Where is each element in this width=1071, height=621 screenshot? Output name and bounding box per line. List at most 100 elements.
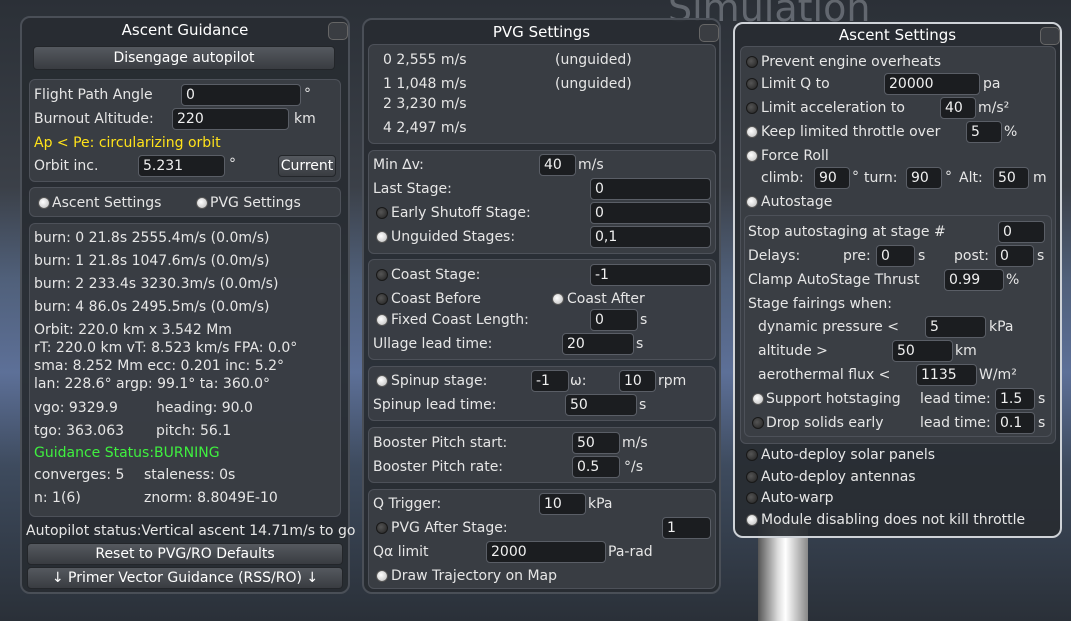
prevent-overheats-label: Prevent engine overheats — [761, 54, 941, 70]
primer-vector-guidance-dropdown[interactable]: ↓ Primer Vector Guidance (RSS/RO) ↓ — [27, 567, 343, 589]
draw-trajectory-toggle[interactable] — [376, 570, 388, 582]
auto-antennas-toggle[interactable] — [746, 471, 758, 483]
drop-solids-toggle[interactable] — [752, 417, 764, 429]
altitude-input[interactable]: 50 — [892, 340, 953, 362]
hotstaging-lead-input[interactable]: 1.5 — [995, 388, 1035, 410]
aerothermal-flux-input[interactable]: 1135 — [916, 364, 977, 386]
unguided-stages-toggle[interactable] — [376, 231, 388, 243]
solids-lead-label: lead time: — [920, 415, 991, 431]
force-roll-label: Force Roll — [761, 148, 829, 164]
close-icon[interactable] — [1040, 27, 1060, 45]
fixed-coast-label: Fixed Coast Length: — [391, 312, 529, 328]
alt-input[interactable]: 50 — [993, 167, 1029, 189]
limit-acceleration-label: Limit acceleration to — [761, 100, 905, 116]
ullage-input[interactable]: 20 — [562, 333, 634, 355]
climb-unit: ° — [852, 169, 859, 185]
znorm-value: znorm: 8.8049E-10 — [144, 490, 278, 506]
window-title: PVG Settings — [492, 23, 591, 41]
limit-q-input[interactable]: 20000 — [884, 73, 980, 95]
turn-input[interactable]: 90 — [906, 167, 942, 189]
stop-autostage-label: Stop autostaging at stage # — [748, 224, 946, 240]
close-icon[interactable] — [328, 22, 348, 40]
stage-dv: 4 2,497 m/s — [383, 120, 467, 136]
early-shutoff-toggle[interactable] — [376, 207, 388, 219]
coast-after-toggle[interactable] — [552, 293, 564, 305]
pvg-after-stage-input[interactable]: 1 — [662, 517, 711, 539]
coast-before-toggle[interactable] — [376, 293, 388, 305]
early-shutoff-input[interactable]: 0 — [590, 202, 711, 224]
stop-autostage-input[interactable]: 0 — [998, 221, 1045, 243]
keep-limited-throttle-label: Keep limited throttle over — [761, 124, 941, 140]
booster-pitch-start-input[interactable]: 50 — [572, 432, 620, 454]
n-value: n: 1(6) — [34, 490, 81, 506]
lan-line: lan: 228.6° argp: 99.1° ta: 360.0° — [34, 376, 271, 392]
ascent-settings-toggle[interactable] — [38, 197, 50, 209]
orbit-inc-input[interactable]: 5.231 — [138, 155, 225, 177]
qa-limit-input[interactable]: 2000 — [486, 541, 606, 563]
auto-antennas-label: Auto-deploy antennas — [761, 469, 916, 485]
reset-defaults-button[interactable]: Reset to PVG/RO Defaults — [27, 543, 343, 565]
q-trigger-input[interactable]: 10 — [539, 493, 586, 515]
climb-input[interactable]: 90 — [814, 167, 850, 189]
fpa-input[interactable]: 0 — [181, 84, 301, 106]
solids-lead-input[interactable]: 0.1 — [995, 412, 1035, 434]
spinup-toggle[interactable] — [376, 375, 388, 387]
disengage-autopilot-button[interactable]: Disengage autopilot — [33, 46, 335, 70]
fixed-coast-toggle[interactable] — [376, 314, 388, 326]
limit-acceleration-input[interactable]: 40 — [940, 97, 976, 119]
tab-ascent-settings[interactable]: Ascent Settings — [52, 195, 161, 212]
autostage-toggle[interactable] — [746, 196, 758, 208]
fixed-coast-input[interactable]: 0 — [590, 309, 638, 331]
booster-pitch-rate-input[interactable]: 0.5 — [572, 456, 620, 478]
last-stage-input[interactable]: 0 — [590, 178, 711, 200]
burnout-altitude-input[interactable]: 220 — [172, 108, 289, 130]
spinup-stage-input[interactable]: -1 — [531, 370, 569, 392]
force-roll-toggle[interactable] — [746, 150, 758, 162]
module-disabling-toggle[interactable] — [746, 514, 758, 526]
spinup-stage-label: Spinup stage: — [391, 373, 488, 389]
pvg-after-stage-toggle[interactable] — [376, 522, 388, 534]
window-title: Ascent Settings — [838, 26, 957, 44]
fpa-label: Flight Path Angle — [34, 87, 153, 103]
limit-q-toggle[interactable] — [746, 78, 758, 90]
burn-line: burn: 4 86.0s 2495.5m/s (0.0m/s) — [34, 299, 270, 315]
min-dv-input[interactable]: 40 — [539, 154, 576, 176]
autostage-label: Autostage — [761, 194, 833, 210]
pre-unit: s — [918, 248, 926, 264]
keep-limited-throttle-toggle[interactable] — [746, 126, 758, 138]
close-icon[interactable] — [699, 24, 719, 42]
spinup-lead-input[interactable]: 50 — [565, 394, 637, 416]
hotstaging-lead-label: lead time: — [920, 391, 991, 407]
auto-solar-toggle[interactable] — [746, 449, 758, 461]
dynamic-pressure-input[interactable]: 5 — [925, 316, 986, 338]
unguided-stages-input[interactable]: 0,1 — [590, 226, 711, 248]
burn-line: burn: 0 21.8s 2555.4m/s (0.0m/s) — [34, 230, 270, 246]
keep-limited-throttle-unit: % — [1004, 124, 1018, 140]
support-hotstaging-toggle[interactable] — [752, 393, 764, 405]
post-label: post: — [954, 248, 989, 264]
burnout-altitude-unit: km — [294, 111, 316, 127]
early-shutoff-label: Early Shutoff Stage: — [391, 205, 531, 221]
omega-input[interactable]: 10 — [619, 370, 656, 392]
limit-acceleration-toggle[interactable] — [746, 102, 758, 114]
coast-stage-input[interactable]: -1 — [590, 264, 711, 286]
aerothermal-flux-label: aerothermal flux < — [758, 367, 891, 383]
pre-delay-input[interactable]: 0 — [876, 245, 915, 267]
tab-pvg-settings[interactable]: PVG Settings — [210, 195, 301, 212]
coast-stage-toggle[interactable] — [376, 269, 388, 281]
orbit-inc-unit: ° — [229, 156, 236, 172]
stage-dv: 1 1,048 m/s — [383, 76, 467, 92]
clamp-thrust-input[interactable]: 0.99 — [944, 269, 1004, 291]
autopilot-status: Autopilot status:Vertical ascent 14.71m/… — [26, 523, 356, 539]
omega-label: ω: — [570, 373, 587, 389]
keep-limited-throttle-input[interactable]: 5 — [966, 121, 1002, 143]
fpa-unit: ° — [304, 86, 311, 102]
dynamic-pressure-unit: kPa — [989, 319, 1014, 335]
pvg-settings-toggle[interactable] — [196, 197, 208, 209]
coast-after-label: Coast After — [567, 291, 645, 307]
solids-lead-unit: s — [1038, 415, 1046, 431]
post-delay-input[interactable]: 0 — [995, 245, 1034, 267]
current-button[interactable]: Current — [278, 155, 336, 177]
auto-warp-toggle[interactable] — [746, 492, 758, 504]
prevent-overheats-toggle[interactable] — [746, 56, 758, 68]
